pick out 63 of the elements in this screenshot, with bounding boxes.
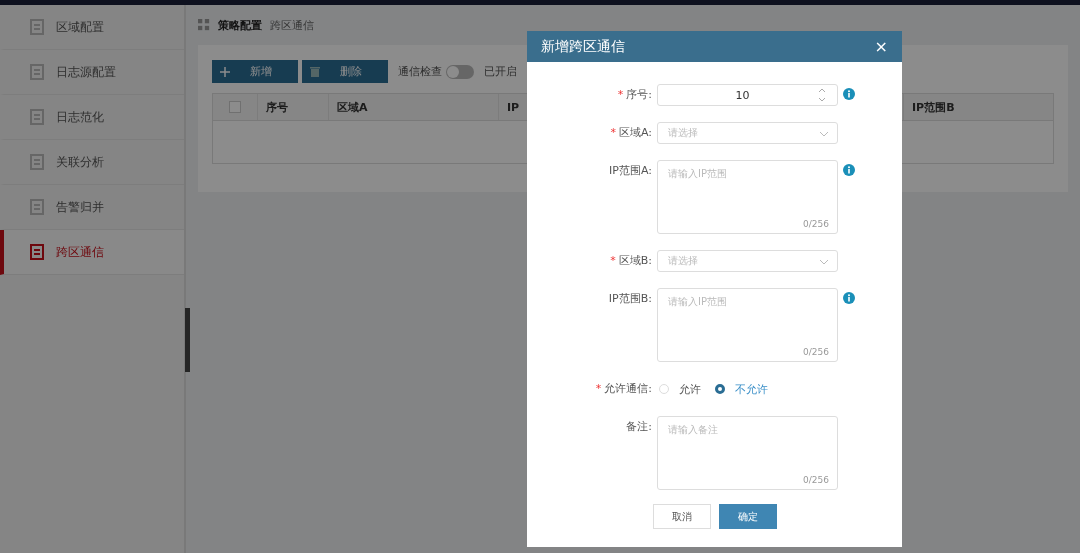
field-label: 备注: xyxy=(626,419,652,435)
confirm-button[interactable]: 确定 xyxy=(718,504,777,529)
select-field[interactable]: 请选择 xyxy=(657,122,838,144)
required-mark: * xyxy=(610,125,616,141)
breadcrumb-item: 跨区通信 xyxy=(270,17,314,33)
field-label: 区域B: xyxy=(618,253,652,269)
field-label: 区域A: xyxy=(618,125,652,141)
char-counter: 0/256 xyxy=(803,347,829,357)
textarea-field[interactable]: 请输入IP范围 0/256 xyxy=(657,288,838,362)
switch-label: 通信检查 xyxy=(398,64,442,79)
required-mark: * xyxy=(595,381,602,397)
sidebar-label: 区域配置 xyxy=(56,18,104,36)
column-header: 序号 xyxy=(257,94,328,120)
chevron-icon xyxy=(819,130,829,138)
document-icon xyxy=(30,64,44,80)
sidebar-item[interactable]: 日志源配置 xyxy=(0,50,184,95)
sidebar-item[interactable]: 区域配置 xyxy=(0,5,184,50)
chevron-icon xyxy=(819,258,829,266)
char-counter: 0/256 xyxy=(803,219,829,229)
info-icon xyxy=(843,88,855,100)
grid-icon xyxy=(198,19,210,31)
document-icon xyxy=(30,109,44,125)
radio-option[interactable]: 允许 xyxy=(659,381,701,397)
column-header: IP范围B xyxy=(903,94,1053,120)
sidebar-item[interactable]: 关联分析 xyxy=(0,140,184,185)
resize-handle[interactable] xyxy=(185,308,190,372)
char-counter: 0/256 xyxy=(803,475,829,485)
cancel-button[interactable]: 取消 xyxy=(652,504,711,529)
document-icon xyxy=(30,154,44,170)
sidebar-item[interactable]: 跨区通信 xyxy=(0,230,184,275)
document-icon xyxy=(30,19,44,35)
textarea-field[interactable]: 请输入IP范围 0/256 xyxy=(657,160,838,234)
delete-button[interactable]: 删除 xyxy=(302,60,388,83)
toggle-switch[interactable] xyxy=(446,64,474,79)
info-icon xyxy=(843,292,855,304)
document-icon xyxy=(30,199,44,215)
sidebar-label: 日志范化 xyxy=(56,108,104,126)
add-button[interactable]: 新增 xyxy=(212,60,298,83)
trash-icon xyxy=(310,66,320,77)
sidebar-label: 跨区通信 xyxy=(56,243,104,261)
sidebar-label: 日志源配置 xyxy=(56,63,116,81)
textarea-field[interactable]: 请输入备注 0/256 xyxy=(657,416,838,490)
radio-button[interactable] xyxy=(715,384,725,394)
sidebar-item[interactable]: 日志范化 xyxy=(0,95,184,140)
breadcrumb-item[interactable]: 策略配置 xyxy=(218,17,262,33)
close-button[interactable]: × xyxy=(874,37,888,56)
column-header: 区域A xyxy=(328,94,498,120)
number-field[interactable]: 10 xyxy=(657,84,838,106)
field-label: IP范围B: xyxy=(608,291,652,307)
document-icon xyxy=(30,244,44,260)
dialog-title: 新增跨区通信 xyxy=(541,37,625,56)
field-label: IP范围A: xyxy=(609,163,652,179)
radio-option[interactable]: 不允许 xyxy=(715,381,768,397)
required-mark: * xyxy=(610,253,616,269)
plus-icon xyxy=(220,66,230,77)
info-icon xyxy=(843,164,855,176)
sidebar-label: 告警归并 xyxy=(56,198,104,216)
spinner-icon[interactable] xyxy=(817,86,827,104)
switch-status: 已开启 xyxy=(484,64,517,79)
select-all-checkbox[interactable] xyxy=(229,101,241,113)
field-label: 允许通信: xyxy=(604,381,652,397)
select-field[interactable]: 请选择 xyxy=(657,250,838,272)
sidebar-label: 关联分析 xyxy=(56,153,104,171)
